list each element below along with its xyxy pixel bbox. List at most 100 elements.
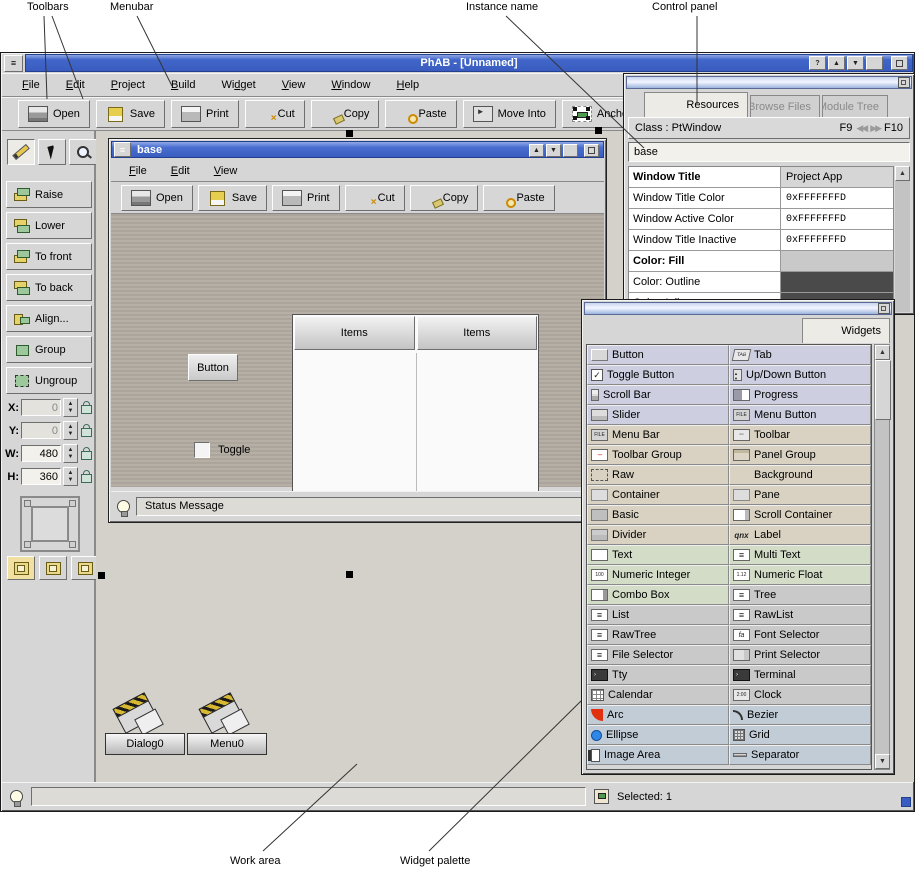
spinner-control[interactable]: ▲▼ — [63, 398, 78, 417]
palette-item-menu-bar[interactable]: FILE Menu Bar — [587, 425, 729, 445]
y-field[interactable] — [21, 422, 61, 439]
palette-item-basic[interactable]: Basic — [587, 505, 729, 525]
layout-tool-button-2[interactable] — [39, 556, 67, 580]
to-back-button[interactable]: To back — [6, 274, 92, 301]
palette-item-file-selector[interactable]: ≡ File Selector — [587, 645, 729, 665]
palette-titlebar[interactable] — [584, 302, 892, 315]
base-content-area[interactable]: Button Toggle Items Items — [111, 214, 604, 487]
scroll-up-icon[interactable]: ▲ — [875, 345, 890, 360]
tab-resources[interactable]: Resources — [644, 92, 748, 117]
base-save-button[interactable]: Save — [198, 185, 267, 211]
menu-file[interactable]: File — [22, 79, 40, 91]
palette-item-slider[interactable]: Slider — [587, 405, 729, 425]
restore-button[interactable] — [866, 56, 883, 70]
draw-tool-button[interactable] — [7, 139, 35, 165]
palette-item-progress[interactable]: Progress — [729, 385, 871, 405]
palette-item-font-selector[interactable]: fa Font Selector — [729, 625, 871, 645]
palette-item-panel-group[interactable]: Panel Group — [729, 445, 871, 465]
menu-view[interactable]: View — [282, 79, 306, 91]
select-tool-button[interactable] — [38, 139, 66, 165]
copy-button[interactable]: Copy — [311, 100, 380, 128]
palette-item-text[interactable]: Text — [587, 545, 729, 565]
window-menu-button[interactable]: ≡ — [4, 55, 23, 72]
palette-item-separator[interactable]: Separator — [729, 745, 871, 765]
panel-collapse-button[interactable] — [898, 77, 910, 88]
layout-tool-button-3[interactable] — [71, 556, 99, 580]
property-window-title-inactive[interactable]: Window Title Inactive 0xFFFFFFFD — [629, 230, 893, 251]
lock-icon[interactable] — [80, 401, 92, 414]
palette-item-tty[interactable]: › Tty — [587, 665, 729, 685]
palette-item-toolbar[interactable]: ▫▫ Toolbar — [729, 425, 871, 445]
palette-item-tab[interactable]: TAB Tab — [729, 345, 871, 365]
palette-item-rawtree[interactable]: ≡ RawTree — [587, 625, 729, 645]
palette-item-terminal[interactable]: › Terminal — [729, 665, 871, 685]
palette-item-rawlist[interactable]: ≡ RawList — [729, 605, 871, 625]
palette-item-pane[interactable]: Pane — [729, 485, 871, 505]
base-menu-edit[interactable]: Edit — [171, 165, 190, 177]
lower-button[interactable]: Lower — [6, 212, 92, 239]
palette-item-updown-button[interactable]: ▲▼ Up/Down Button — [729, 365, 871, 385]
list-column-header[interactable]: Items — [294, 316, 415, 350]
dialog-module-icon[interactable] — [111, 693, 171, 735]
palette-item-divider[interactable]: Divider — [587, 525, 729, 545]
group-button[interactable]: Group — [6, 336, 92, 363]
palette-item-toggle-button[interactable]: ✓ Toggle Button — [587, 365, 729, 385]
property-color-outline[interactable]: Color: Outline — [629, 272, 893, 293]
menu-module-label[interactable]: Menu0 — [187, 733, 267, 755]
next-widget-icon[interactable]: ▶▶ — [870, 123, 880, 134]
scroll-down-icon[interactable]: ▼ — [875, 754, 890, 769]
palette-item-print-selector[interactable]: Print Selector — [729, 645, 871, 665]
minimize-button[interactable]: ▲ — [828, 56, 845, 70]
selection-handle[interactable] — [346, 130, 353, 137]
palette-item-toolbar-group[interactable]: --- Toolbar Group — [587, 445, 729, 465]
selection-handle[interactable] — [98, 572, 105, 579]
base-open-button[interactable]: Open — [121, 185, 193, 211]
raise-button[interactable]: Raise — [6, 181, 92, 208]
zoom-tool-button[interactable] — [69, 139, 97, 165]
palette-item-clock[interactable]: 2:00 Clock — [729, 685, 871, 705]
control-panel-titlebar[interactable] — [626, 76, 912, 89]
palette-item-container[interactable]: Container — [587, 485, 729, 505]
base-close-button[interactable] — [584, 144, 599, 157]
spinner-control[interactable]: ▲▼ — [63, 421, 78, 440]
palette-item-numeric-integer[interactable]: 100 Numeric Integer — [587, 565, 729, 585]
palette-item-arc[interactable]: Arc — [587, 705, 729, 725]
tab-browse-files[interactable]: Browse Files — [750, 95, 820, 117]
palette-item-multi-text[interactable]: ≡ Multi Text — [729, 545, 871, 565]
menu-help[interactable]: Help — [396, 79, 419, 91]
paste-button[interactable]: Paste — [385, 100, 456, 128]
to-front-button[interactable]: To front — [6, 243, 92, 270]
designed-button-widget[interactable]: Button — [188, 354, 238, 381]
palette-item-button[interactable]: Button — [587, 345, 729, 365]
base-restore-button[interactable] — [563, 144, 578, 157]
base-copy-button[interactable]: Copy — [410, 185, 479, 211]
menu-edit[interactable]: Edit — [66, 79, 85, 91]
base-minimize-button[interactable]: ▲ — [529, 144, 544, 157]
tab-widgets[interactable]: Widgets — [802, 318, 890, 343]
scroll-up-icon[interactable]: ▲ — [895, 166, 910, 181]
property-window-title-color[interactable]: Window Title Color 0xFFFFFFFD — [629, 188, 893, 209]
menu-module-icon[interactable] — [197, 693, 257, 735]
palette-item-scroll-bar[interactable]: Scroll Bar — [587, 385, 729, 405]
base-titlebar[interactable]: ≡ base ▲ ▼ — [111, 141, 604, 158]
menu-widget[interactable]: Widget — [221, 79, 255, 91]
help-button[interactable]: ? — [809, 56, 826, 70]
checkbox-icon[interactable] — [194, 442, 210, 458]
resize-handle[interactable] — [901, 797, 911, 807]
list-column-header[interactable]: Items — [417, 316, 538, 350]
selection-handle[interactable] — [346, 571, 353, 578]
tab-module-tree[interactable]: Module Tree — [822, 95, 888, 117]
resources-scrollbar[interactable]: ▲ — [895, 166, 910, 312]
spinner-control[interactable]: ▲▼ — [63, 467, 78, 486]
lock-icon[interactable] — [80, 470, 92, 483]
h-field[interactable] — [21, 468, 61, 485]
palette-scrollbar[interactable]: ▲ ▼ — [874, 344, 890, 770]
spinner-control[interactable]: ▲▼ — [63, 444, 78, 463]
lock-icon[interactable] — [80, 424, 92, 437]
x-field[interactable] — [21, 399, 61, 416]
palette-item-raw[interactable]: Raw — [587, 465, 729, 485]
panel-collapse-button[interactable] — [878, 303, 890, 314]
palette-item-calendar[interactable]: Calendar — [587, 685, 729, 705]
base-menu-view[interactable]: View — [214, 165, 238, 177]
base-cut-button[interactable]: Cut — [345, 185, 405, 211]
